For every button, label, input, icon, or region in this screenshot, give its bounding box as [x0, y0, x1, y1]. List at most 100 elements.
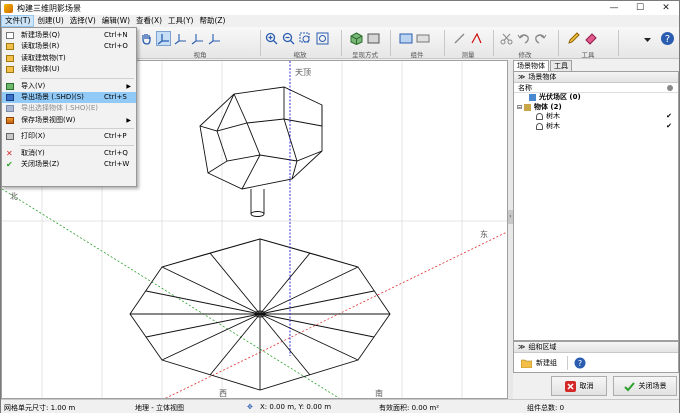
- tree-item-objects[interactable]: ⊟ 物体 (2): [514, 103, 678, 113]
- visibility-eye-icon: [667, 85, 673, 91]
- scene-objects-header[interactable]: ≫ 场景物体: [514, 72, 678, 83]
- menu-item-open-scene[interactable]: 读取场景(R) Ctrl+O: [2, 41, 136, 52]
- axis-view-x-icon[interactable]: [173, 31, 188, 46]
- tree-item-tree-2[interactable]: 树木 ✔: [514, 122, 678, 132]
- toolbar-group-label: 视角: [193, 51, 207, 59]
- groups-zones-header[interactable]: ≫ 组和区域: [514, 342, 678, 353]
- menu-help[interactable]: 帮助(Z): [196, 15, 228, 27]
- menu-item-open-building[interactable]: 读取建筑物(T): [2, 53, 136, 64]
- component-panel-icon[interactable]: [398, 31, 413, 46]
- new-group-button[interactable]: 新建组: [517, 355, 561, 371]
- objects-folder-icon: [524, 103, 531, 111]
- toolbar-separator: [390, 30, 391, 56]
- close-scene-button[interactable]: 关闭场景: [613, 376, 677, 396]
- groups-zones-panel: ≫ 组和区域 新建组 ?: [513, 341, 679, 373]
- collapse-chevron-icon[interactable]: ≫: [518, 342, 525, 353]
- save-icon: [6, 93, 14, 101]
- check-icon: ✔: [6, 159, 13, 169]
- scissors-icon[interactable]: [499, 31, 514, 46]
- folder-open-icon: [6, 54, 14, 62]
- menu-separator: [20, 77, 134, 79]
- close-window-button[interactable]: ✕: [653, 1, 679, 15]
- tree-item-pv-area[interactable]: 光伏场区 (0): [514, 93, 678, 103]
- measure-angle-icon[interactable]: [469, 31, 484, 46]
- toolbar-overflow-icon[interactable]: [643, 35, 652, 46]
- bottom-buttons: 取消 关闭场景: [513, 376, 679, 398]
- menu-item-import[interactable]: 导入(V) ▶: [2, 81, 136, 92]
- import-icon: [6, 82, 14, 90]
- folder-open-icon: [6, 43, 14, 51]
- cancel-button[interactable]: 取消: [551, 376, 607, 396]
- tab-tools[interactable]: 工具: [550, 60, 572, 71]
- east-label: 东: [480, 230, 488, 239]
- scene-objects-panel: ≫ 场景物体 名称 光伏场区 (0) ⊟ 物体 (2) 树木 ✔ 树木 ✔: [513, 71, 679, 341]
- toolbar-group-zoom: 缩放: [262, 27, 338, 59]
- toolbar-group-view: 视角: [139, 27, 261, 59]
- menu-bar: 文件(T) 创建(U) 选择(V) 编辑(W) 查看(X) 工具(Y) 帮助(Z…: [1, 15, 679, 27]
- toolbar-group-label: 组件: [410, 51, 424, 59]
- svg-text:?: ?: [665, 34, 670, 45]
- zenith-label: 天顶: [295, 68, 311, 77]
- grid-unit-status: 网格单元尺寸: 1.00 m: [4, 404, 76, 412]
- tree-collapse-icon[interactable]: ⊟: [517, 103, 524, 113]
- menu-item-save-view[interactable]: 保存场景视图(W) ▶: [2, 115, 136, 126]
- axis-view-icon[interactable]: [156, 31, 171, 46]
- group-help-icon[interactable]: ?: [574, 357, 586, 369]
- zoom-extents-icon[interactable]: [315, 31, 330, 46]
- menu-view[interactable]: 查看(X): [133, 15, 165, 27]
- cancel-x-icon: [564, 380, 576, 392]
- menu-item-export-scene[interactable]: 导出场景 (.SHD)(S) Ctrl+S: [2, 91, 136, 104]
- cancel-label: 取消: [579, 382, 594, 390]
- visibility-check-icon[interactable]: ✔: [666, 112, 672, 122]
- toolbar-group-label: 呈现方式: [352, 51, 378, 59]
- tab-scene-objects[interactable]: 场景物体: [513, 60, 549, 71]
- toolbar-separator: [260, 30, 261, 56]
- menu-tools[interactable]: 工具(Y): [165, 15, 196, 27]
- menu-file[interactable]: 文件(T): [1, 15, 35, 27]
- cube-render-icon[interactable]: [349, 31, 364, 46]
- separator: [567, 356, 568, 370]
- wireframe-icon[interactable]: [366, 31, 381, 46]
- tree-item-tree-1[interactable]: 树木 ✔: [514, 112, 678, 122]
- menu-separator: [20, 128, 134, 130]
- collapse-chevron-icon[interactable]: ≫: [518, 72, 525, 83]
- menu-create[interactable]: 创建(U): [34, 15, 66, 27]
- north-label: 北: [10, 192, 18, 201]
- menu-item-close-scene[interactable]: ✔ 关闭场景(Z) Ctrl+W: [2, 159, 136, 170]
- cancel-icon: ✕: [6, 148, 13, 158]
- axis-view-z-icon[interactable]: [207, 31, 222, 46]
- pv-area-icon: [529, 94, 536, 102]
- menu-item-cancel[interactable]: ✕ 取消(Y) Ctrl+Q: [2, 148, 136, 159]
- toolbar-group-measure: 测量: [446, 27, 490, 59]
- zoom-in-icon[interactable]: [264, 31, 279, 46]
- pencil-icon[interactable]: [566, 31, 581, 46]
- scene-objects-title: 场景物体: [528, 72, 557, 81]
- menu-select[interactable]: 选择(V): [67, 15, 99, 27]
- measure-line-icon[interactable]: [452, 31, 467, 46]
- tree-item-label: 物体 (2): [534, 102, 562, 111]
- menu-item-open-object[interactable]: 读取物体(U): [2, 64, 136, 75]
- component-row-icon[interactable]: [415, 31, 430, 46]
- column-header: 名称: [514, 83, 678, 93]
- menu-item-new-scene[interactable]: 新建场景(Q) Ctrl+N: [2, 30, 136, 41]
- shadow-area-status: 有效面积: 0.00 m²: [379, 404, 440, 412]
- axis-view-y-icon[interactable]: [190, 31, 205, 46]
- menu-item-print[interactable]: 打印(X) Ctrl+P: [2, 131, 136, 142]
- app-icon: [4, 3, 13, 13]
- right-panel: 场景物体 工具 ≫ 场景物体 名称 光伏场区 (0) ⊟ 物体 (2) 树木 ✔…: [513, 60, 679, 399]
- eraser-icon[interactable]: [583, 31, 598, 46]
- pan-hand-icon[interactable]: [139, 31, 154, 46]
- toolbar-group-label: 缩放: [293, 51, 307, 59]
- close-scene-label: 关闭场景: [638, 382, 667, 390]
- help-icon[interactable]: ?: [660, 31, 675, 48]
- zoom-window-icon[interactable]: [298, 31, 313, 46]
- zoom-out-icon[interactable]: [281, 31, 296, 46]
- minimize-button[interactable]: —: [601, 1, 627, 15]
- menu-edit[interactable]: 编辑(W): [99, 15, 133, 27]
- component-count-status: 组件总数: 0: [527, 404, 565, 412]
- undo-icon[interactable]: [516, 31, 531, 46]
- maximize-button[interactable]: ☐: [627, 1, 653, 15]
- toolbar-separator: [444, 30, 445, 56]
- redo-icon[interactable]: [533, 31, 548, 46]
- visibility-check-icon[interactable]: ✔: [666, 122, 672, 132]
